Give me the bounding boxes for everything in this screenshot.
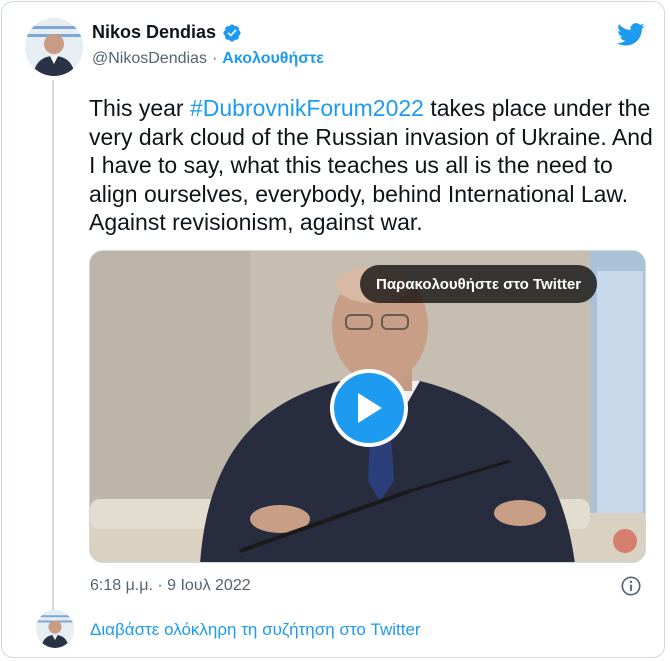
tweet-text: This year #DubrovnikForum2022 takes plac… [89, 94, 654, 237]
hashtag-link[interactable]: #DubrovnikForum2022 [190, 95, 424, 121]
tweet-text-before: This year [89, 95, 190, 121]
tweet-timestamp[interactable]: 6:18 μ.μ. · 9 Ιουλ 2022 [90, 577, 251, 595]
info-icon[interactable] [620, 575, 642, 597]
follow-button[interactable]: Ακολουθήστε [222, 50, 324, 68]
tweet-card: Nikos Dendias @NikosDendias · Ακολουθήστ… [1, 1, 665, 658]
twitter-bird-icon[interactable] [615, 20, 647, 48]
watch-on-twitter-button[interactable]: Παρακολουθήστε στο Twitter [360, 265, 598, 303]
play-button[interactable] [330, 369, 408, 447]
author-handle[interactable]: @NikosDendias [92, 50, 207, 68]
read-conversation-link[interactable]: Διαβάστε ολόκληρη τη συζήτηση στο Twitte… [90, 620, 421, 640]
reply-avatar[interactable] [36, 610, 74, 648]
verified-badge-icon [223, 23, 241, 42]
avatar[interactable] [25, 18, 83, 76]
thread-line [52, 80, 54, 612]
author-name[interactable]: Nikos Dendias [92, 22, 216, 43]
handle-separator: · [211, 50, 218, 67]
video-player[interactable]: Παρακολουθήστε στο Twitter [89, 250, 646, 563]
play-icon [358, 393, 382, 423]
